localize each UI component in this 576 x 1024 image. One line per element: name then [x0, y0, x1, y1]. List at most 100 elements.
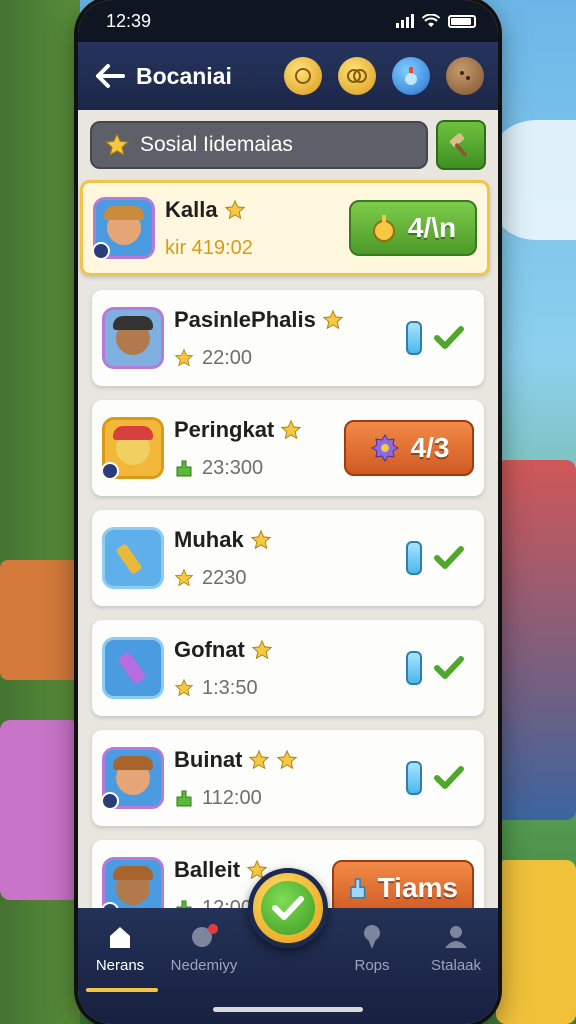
avatar	[101, 417, 164, 480]
claim-label: 4/\n	[407, 212, 457, 243]
bell-icon	[372, 215, 395, 242]
home-icon	[110, 927, 130, 948]
teams-label: Tiams	[377, 872, 458, 903]
back-arrow-icon	[96, 64, 125, 88]
background-house	[0, 560, 80, 680]
claim-button[interactable]: 4/\n	[349, 200, 477, 256]
star-icon	[174, 568, 194, 587]
avatar	[102, 527, 164, 589]
checkmark-icon	[272, 896, 304, 920]
header-icons	[284, 57, 484, 95]
list-item[interactable]: Gofnat 1:3:50	[92, 620, 484, 716]
home-indicator	[213, 1007, 363, 1012]
gem-icon	[406, 651, 422, 685]
upgrade-label: 4/3	[410, 432, 450, 463]
potion-icon[interactable]	[392, 57, 430, 95]
upgrade-button[interactable]: 4/3	[344, 420, 474, 476]
checkmark-icon[interactable]	[434, 655, 464, 681]
list-item[interactable]: Peringkat 23:300 4/3	[92, 400, 484, 496]
checkmark-icon[interactable]	[434, 325, 464, 351]
player-name: PasinlePhalis	[174, 306, 316, 332]
nav-label: Rops	[354, 957, 390, 974]
player-info: Kalla kir 419:02	[165, 197, 349, 260]
back-button[interactable]	[92, 58, 128, 94]
search-input[interactable]: Sosial Iidemaias	[90, 121, 428, 169]
status-indicators	[406, 761, 464, 795]
gem-icon	[406, 761, 422, 795]
background-cloud	[486, 120, 576, 240]
nav-label: Nerans	[95, 957, 145, 974]
search-value: Sosial Iidemaias	[140, 133, 293, 156]
confirm-button[interactable]	[248, 868, 328, 948]
status-indicators	[406, 321, 464, 355]
nav-item-messages[interactable]: Nedemiyy	[164, 921, 244, 974]
player-time: 22:00	[202, 346, 253, 369]
coin-icon[interactable]	[284, 57, 322, 95]
pin-icon	[364, 925, 380, 949]
player-info: PasinlePhalis 22:00	[174, 307, 406, 370]
player-time: 23:300	[202, 456, 264, 479]
player-name: Muhak	[174, 526, 244, 552]
top-header: Bocaniai	[78, 42, 498, 110]
list-item[interactable]: Kalla kir 419:02 4/\n	[80, 180, 490, 276]
hand-icon	[176, 460, 192, 477]
status-indicators	[406, 651, 464, 685]
signal-icon	[396, 14, 414, 28]
page-title: Bocaniai	[136, 62, 232, 89]
checkmark-icon[interactable]	[434, 765, 464, 791]
star-icon	[174, 678, 194, 697]
phone-frame: 12:39 Bocaniai Sosial Iidemaias Kalla ki…	[78, 0, 498, 1024]
build-button[interactable]	[436, 120, 486, 170]
player-info: Muhak 2230	[174, 527, 406, 590]
nav-item-home[interactable]: Nerans	[80, 921, 160, 974]
flag-icon	[350, 878, 366, 899]
wifi-icon	[422, 14, 440, 27]
user-icon	[445, 926, 467, 948]
nav-label: Nedemiyy	[170, 957, 238, 974]
cookie-icon[interactable]	[446, 57, 484, 95]
player-time: 112:00	[202, 786, 262, 809]
player-list: Kalla kir 419:02 4/\n PasinlePhalis 22:0…	[78, 180, 498, 936]
player-time: kir 419:02	[165, 236, 253, 259]
avatar	[102, 637, 164, 699]
star-icon	[250, 529, 271, 549]
star-icon	[251, 639, 273, 659]
status-bar: 12:39	[78, 0, 498, 42]
star-icon	[277, 749, 298, 769]
player-name: Kalla	[165, 196, 218, 222]
star-icon	[174, 348, 194, 367]
status-icons	[396, 14, 476, 28]
player-time: 2230	[202, 566, 247, 589]
list-item[interactable]: Buinat 112:00	[92, 730, 484, 826]
confirm-button-inner	[261, 881, 315, 935]
active-tab-indicator	[86, 988, 158, 992]
nav-label: Stalaak	[430, 957, 482, 974]
star-icon	[224, 199, 245, 219]
chat-icon	[192, 924, 218, 947]
player-name: Gofnat	[174, 636, 245, 662]
background-box	[0, 720, 80, 900]
coins-icon[interactable]	[338, 57, 376, 95]
player-name: Peringkat	[174, 416, 275, 442]
status-time: 12:39	[106, 10, 152, 31]
avatar	[101, 747, 164, 810]
star-icon	[322, 309, 344, 329]
list-item[interactable]: Muhak 2230	[92, 510, 484, 606]
nav-item-rops[interactable]: Rops	[332, 921, 412, 974]
checkmark-icon[interactable]	[434, 545, 464, 571]
star-icon	[104, 132, 130, 156]
nav-item-profile[interactable]: Stalaak	[416, 921, 496, 974]
avatar	[102, 307, 164, 369]
player-info: Gofnat 1:3:50	[174, 637, 406, 700]
hand-icon	[176, 790, 192, 807]
player-info: Buinat 112:00	[174, 747, 406, 810]
background-structure	[496, 860, 576, 1024]
gem-icon	[406, 541, 422, 575]
gear-icon	[370, 434, 399, 462]
player-name: Buinat	[174, 746, 243, 772]
list-item[interactable]: PasinlePhalis 22:00	[92, 290, 484, 386]
hammer-icon	[449, 133, 467, 157]
player-time: 1:3:50	[202, 676, 258, 699]
player-info: Peringkat 23:300	[174, 417, 344, 480]
search-row: Sosial Iidemaias	[78, 110, 498, 180]
